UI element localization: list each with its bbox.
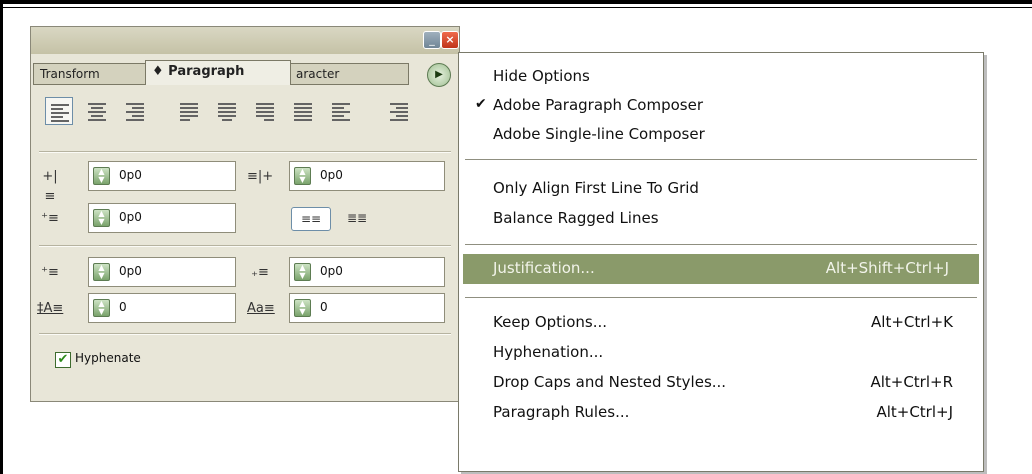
divider <box>39 334 451 335</box>
space-after-field[interactable]: ▲ ▼ 0p0 <box>289 257 445 287</box>
drop-cap-chars-value[interactable]: 0 <box>320 300 328 314</box>
left-indent-value[interactable]: 0p0 <box>119 168 142 182</box>
align-center-button[interactable] <box>83 97 111 125</box>
justify-left-button[interactable] <box>175 97 203 125</box>
stepper-icon[interactable]: ▲ ▼ <box>294 167 311 185</box>
right-indent-field[interactable]: ▲ ▼ 0p0 <box>289 161 445 191</box>
first-line-indent-value[interactable]: 0p0 <box>119 210 142 224</box>
divider <box>39 246 451 247</box>
space-after-value[interactable]: 0p0 <box>320 264 343 278</box>
drop-cap-lines-icon: ‡A≡ <box>37 301 64 316</box>
palette-flyout-menu: Hide Options ✔ Adobe Paragraph Composer … <box>458 52 984 472</box>
alignment-buttons <box>45 97 457 131</box>
stepper-icon[interactable]: ▲ ▼ <box>294 299 311 317</box>
palette-menu-button[interactable]: ▶ <box>427 63 451 87</box>
close-button[interactable]: × <box>441 31 459 49</box>
tab-character[interactable]: aracter <box>289 63 409 85</box>
left-indent-field[interactable]: ▲ ▼ 0p0 <box>88 161 236 191</box>
tab-transform[interactable]: Transform <box>33 63 146 85</box>
menu-item-paragraph-rules[interactable]: Paragraph Rules... Alt+Ctrl+J <box>459 398 983 428</box>
stepper-icon[interactable]: ▲ ▼ <box>93 167 110 185</box>
menu-separator <box>465 160 977 161</box>
right-indent-icon: ≡|+ <box>247 169 274 184</box>
tab-paragraph[interactable]: ♦ Paragraph <box>145 60 291 85</box>
first-line-indent-icon: ⁺≡ <box>41 211 59 226</box>
space-before-icon: ⁺≡ <box>41 265 59 280</box>
stepper-icon[interactable]: ▲ ▼ <box>294 263 311 281</box>
drop-cap-chars-field[interactable]: ▲ ▼ 0 <box>289 293 445 323</box>
stepper-icon[interactable]: ▲ ▼ <box>93 263 110 281</box>
menu-item-paragraph-composer[interactable]: ✔ Adobe Paragraph Composer <box>459 91 983 121</box>
align-left-button[interactable] <box>45 97 73 125</box>
align-right-button[interactable] <box>121 97 149 125</box>
left-indent-icon: +|≡ <box>42 169 58 204</box>
menu-item-single-line-composer[interactable]: Adobe Single-line Composer <box>459 120 983 150</box>
window-top-border <box>0 0 1032 4</box>
menu-item-drop-caps-nested-styles[interactable]: Drop Caps and Nested Styles... Alt+Ctrl+… <box>459 368 983 398</box>
paragraph-palette: _ × Transform aracter ♦ Paragraph ▶ +|≡ … <box>30 26 460 402</box>
justify-right-button[interactable] <box>251 97 279 125</box>
drop-cap-lines-value[interactable]: 0 <box>119 300 127 314</box>
hyphenate-checkbox[interactable]: ✔ <box>55 352 71 368</box>
align-away-from-spine-button[interactable] <box>385 97 413 125</box>
menu-item-hide-options[interactable]: Hide Options <box>459 62 983 92</box>
checkmark-icon: ✔ <box>475 96 487 112</box>
menu-item-align-first-line-grid[interactable]: Only Align First Line To Grid <box>459 174 983 204</box>
align-to-grid-button[interactable]: ≣≣ <box>337 207 377 231</box>
menu-separator <box>465 245 977 246</box>
window-left-border <box>0 0 3 474</box>
divider <box>39 152 451 153</box>
palette-tabs: Transform aracter ♦ Paragraph ▶ <box>31 58 459 87</box>
do-not-align-grid-button[interactable]: ≡≡ <box>291 207 331 231</box>
minimize-button[interactable]: _ <box>423 31 441 49</box>
space-before-field[interactable]: ▲ ▼ 0p0 <box>88 257 236 287</box>
menu-item-justification[interactable]: Justification... Alt+Shift+Ctrl+J <box>463 254 979 284</box>
justify-center-button[interactable] <box>213 97 241 125</box>
drop-cap-lines-field[interactable]: ▲ ▼ 0 <box>88 293 236 323</box>
first-line-indent-field[interactable]: ▲ ▼ 0p0 <box>88 203 236 233</box>
menu-item-hyphenation[interactable]: Hyphenation... <box>459 338 983 368</box>
space-after-icon: ₊≡ <box>251 265 269 280</box>
drop-cap-chars-icon: Aa≡ <box>247 301 275 316</box>
stepper-icon[interactable]: ▲ ▼ <box>93 209 110 227</box>
hyphenate-label: Hyphenate <box>75 351 141 365</box>
window-top-border-inner <box>0 7 1032 8</box>
space-before-value[interactable]: 0p0 <box>119 264 142 278</box>
menu-item-balance-ragged-lines[interactable]: Balance Ragged Lines <box>459 204 983 234</box>
right-indent-value[interactable]: 0p0 <box>320 168 343 182</box>
palette-titlebar[interactable]: _ × <box>31 27 459 54</box>
justify-all-button[interactable] <box>289 97 317 125</box>
stepper-icon[interactable]: ▲ ▼ <box>93 299 110 317</box>
menu-separator <box>465 298 977 299</box>
align-towards-spine-button[interactable] <box>327 97 355 125</box>
menu-item-keep-options[interactable]: Keep Options... Alt+Ctrl+K <box>459 308 983 338</box>
